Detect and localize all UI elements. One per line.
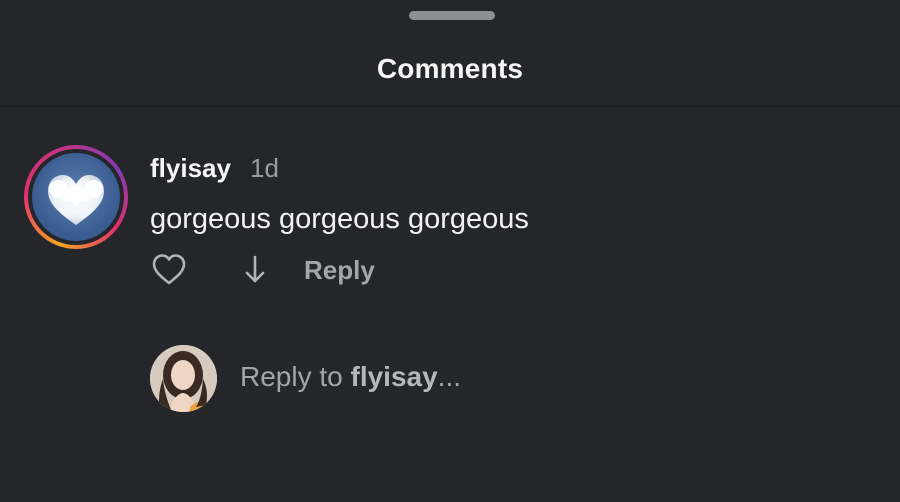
reply-prompt-prefix: Reply to <box>240 361 351 392</box>
comment-timestamp: 1d <box>250 153 279 183</box>
sheet-header: Comments <box>0 0 900 107</box>
comments-sheet: Comments flyisay 1d gorgeous gorgeous go… <box>0 0 900 502</box>
comment-text: gorgeous gorgeous gorgeous <box>150 203 529 235</box>
drag-handle[interactable] <box>409 11 495 20</box>
reply-input[interactable]: Reply to flyisay... <box>240 361 840 393</box>
reply-mention: flyisay <box>350 361 438 392</box>
current-user-avatar <box>150 345 217 412</box>
reply-composer: Reply to flyisay... <box>150 345 850 415</box>
heart-outline-icon[interactable] <box>150 252 188 288</box>
comment-item: flyisay 1d gorgeous gorgeous gorgeous Re… <box>0 140 900 300</box>
cloud-heart-graphic <box>48 175 104 225</box>
page-title: Comments <box>376 53 524 84</box>
avatar-cloud-heart-image <box>32 153 120 241</box>
reply-button[interactable]: Reply <box>304 255 375 286</box>
user-photo-graphic <box>150 345 217 412</box>
commenter-avatar[interactable] <box>24 145 128 249</box>
comment-username[interactable]: flyisay <box>150 153 231 184</box>
reply-prompt-suffix: ... <box>437 361 462 392</box>
avatar-ring-gap <box>28 149 124 245</box>
arrow-down-icon[interactable] <box>240 252 270 288</box>
